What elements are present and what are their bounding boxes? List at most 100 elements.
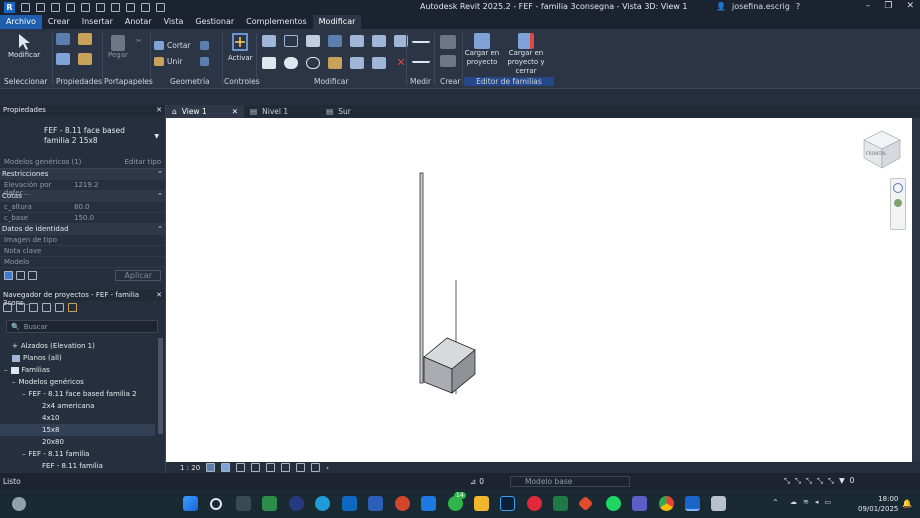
cut-icon[interactable]: ✂ — [136, 37, 142, 45]
excel-icon[interactable] — [553, 496, 568, 511]
aligned-dimension-icon[interactable] — [412, 55, 430, 63]
wall-joins-icon[interactable] — [200, 41, 209, 50]
offset-icon[interactable] — [284, 35, 298, 47]
clock[interactable]: 18:00 09/01/2025 — [858, 494, 898, 514]
task-view-icon[interactable] — [236, 496, 251, 511]
drawing-canvas[interactable]: FRONTAL — [166, 118, 912, 462]
tab-archivo[interactable]: Archivo — [0, 15, 42, 29]
section-identidad[interactable]: Datos de identidad ⌃ — [0, 224, 165, 235]
select-links-icon[interactable]: ⤡ — [784, 476, 790, 486]
close-icon[interactable]: ✕ — [156, 106, 162, 115]
family-category-icon[interactable] — [78, 53, 92, 65]
chrome-icon[interactable] — [659, 496, 674, 511]
dropbox-icon[interactable] — [421, 496, 436, 511]
sync-icon[interactable] — [51, 3, 60, 12]
drag-elements-icon[interactable]: ⤡ — [828, 476, 834, 486]
redo-icon[interactable] — [81, 3, 90, 12]
outlook-icon[interactable] — [342, 496, 357, 511]
word-icon[interactable] — [368, 496, 383, 511]
search-icon[interactable] — [210, 498, 222, 510]
type-selector[interactable]: FEF - 8.11 face based familia 2 15x8 ▼ — [0, 116, 165, 156]
align-icon[interactable] — [262, 35, 276, 47]
undo-icon[interactable] — [66, 3, 75, 12]
tree-item[interactable]: Planos (all) — [12, 354, 62, 362]
app-icon[interactable] — [711, 496, 726, 511]
tab-crear[interactable]: Crear — [42, 15, 76, 29]
widgets-icon[interactable] — [262, 496, 277, 511]
scrollbar[interactable] — [158, 338, 163, 434]
open-icon[interactable] — [21, 3, 30, 12]
workset-dropdown[interactable]: Modelo base — [510, 475, 630, 487]
powerpoint-icon[interactable] — [395, 496, 410, 511]
load-and-close-button[interactable]: Cargar en proyecto y cerrar — [498, 33, 554, 76]
tab-nivel-1[interactable]: ▤ Nivel 1 — [244, 105, 294, 118]
copy-icon[interactable] — [284, 57, 298, 69]
sun-path-icon[interactable] — [236, 463, 246, 472]
browser-tool-icon[interactable] — [29, 303, 38, 312]
create-group-icon[interactable] — [440, 35, 456, 49]
tree-item[interactable]: 20x80 — [42, 438, 64, 446]
viewcube[interactable]: FRONTAL — [863, 130, 901, 169]
view-scale[interactable]: 1 : 20 — [180, 464, 200, 472]
save-icon[interactable] — [36, 3, 45, 12]
user-name[interactable]: josefina.escrig — [732, 2, 790, 11]
cloud-icon[interactable]: ☁ — [790, 498, 797, 506]
edge-icon[interactable] — [315, 496, 330, 511]
volume-icon[interactable]: ◂ — [815, 498, 819, 506]
rotate-icon[interactable] — [306, 57, 320, 69]
apply-button[interactable]: Aplicar — [115, 269, 161, 281]
model-view[interactable]: FRONTAL — [166, 118, 912, 462]
close-icon[interactable]: ✕ — [232, 107, 238, 116]
tree-item[interactable]: – Familias — [4, 366, 50, 374]
family-types-icon[interactable] — [56, 53, 70, 65]
tree-item[interactable]: – Modelos genéricos — [12, 378, 84, 386]
mirror-axis-icon[interactable] — [306, 35, 320, 47]
edit-type-button[interactable]: Editar tipo — [125, 158, 161, 166]
default-3d-icon[interactable] — [141, 3, 150, 12]
lock-view-icon[interactable] — [281, 463, 291, 472]
tab-view-1[interactable]: ⌂ View 1 ✕ — [166, 105, 245, 118]
tab-modificar[interactable]: Modificar — [312, 15, 362, 29]
battery-icon[interactable]: ▭ — [824, 498, 831, 506]
weather-icon[interactable] — [12, 497, 26, 511]
tab-vista[interactable]: Vista — [158, 15, 190, 29]
create-similar-icon[interactable] — [440, 55, 456, 67]
properties-icon[interactable] — [56, 33, 70, 45]
browser-tool-icon[interactable] — [3, 303, 12, 312]
app-icon[interactable] — [577, 495, 594, 512]
browser-tool-icon[interactable] — [42, 303, 51, 312]
user-icon[interactable]: 👤 — [716, 2, 726, 11]
chevron-up-icon[interactable]: ⌃ — [772, 498, 779, 507]
restore-button[interactable]: ❐ — [884, 1, 892, 11]
browser-tool-icon[interactable] — [55, 303, 64, 312]
navigation-bar[interactable] — [890, 178, 906, 230]
scale-icon[interactable] — [372, 57, 386, 69]
select-face-icon[interactable]: ⤡ — [817, 476, 823, 486]
minimize-button[interactable]: – — [866, 1, 871, 11]
spotify-icon[interactable] — [606, 496, 621, 511]
tree-item[interactable]: – FEF - 8.11 face based familia 2 — [22, 390, 137, 398]
revit-logo-icon[interactable]: R — [4, 2, 15, 13]
tree-item[interactable]: – FEF - 8.11 familia — [22, 450, 89, 458]
move-icon[interactable] — [262, 57, 276, 69]
close-button[interactable]: ✕ — [906, 1, 914, 11]
unir-button[interactable]: Unir — [154, 57, 182, 66]
sort-asc-icon[interactable] — [16, 270, 25, 280]
explorer-icon[interactable] — [474, 496, 489, 511]
close-icon[interactable]: ✕ — [156, 291, 162, 300]
close-hidden-icon[interactable] — [156, 3, 165, 12]
zoom-icon[interactable] — [894, 199, 902, 207]
crop-icon[interactable] — [266, 463, 276, 472]
sort-desc-icon[interactable] — [28, 270, 37, 280]
load-into-project-button[interactable]: Cargar en proyecto — [464, 33, 500, 67]
wifi-icon[interactable]: ≋ — [803, 498, 809, 506]
tall-post[interactable] — [419, 172, 424, 384]
shadows-icon[interactable] — [251, 463, 261, 472]
activate-button[interactable]: Activar — [228, 32, 253, 62]
help-icon[interactable]: ? — [796, 2, 800, 11]
measure-icon[interactable] — [111, 3, 120, 12]
vertical-scrollbar[interactable] — [912, 118, 920, 462]
notifications-icon[interactable]: 🔔 — [902, 499, 912, 508]
tree-item[interactable]: FEF - 8.11 familia — [42, 462, 103, 470]
tab-insertar[interactable]: Insertar — [76, 15, 119, 29]
